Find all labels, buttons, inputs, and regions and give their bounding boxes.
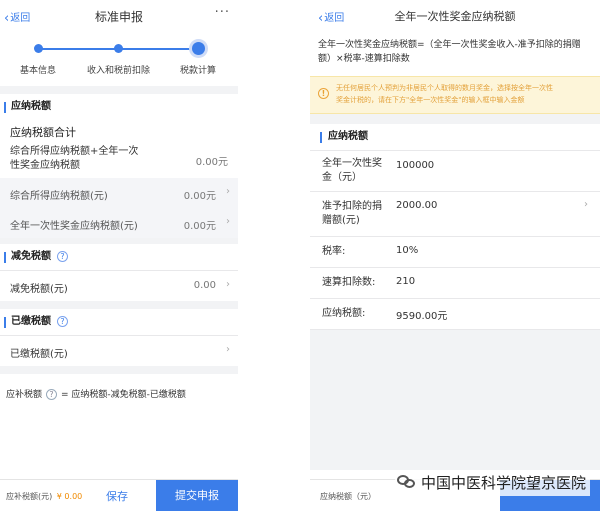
section-header-relief: 减免税额?	[0, 244, 238, 270]
bonus-tax-row[interactable]: 全年一次性奖金应纳税额(元) 0.00元 ›	[0, 208, 238, 238]
notice-text: 无任何居民个人预判为非居民个人取得的数月奖金，选择按全年一次性 奖金计税的，请在下…	[336, 82, 590, 106]
section-gap	[0, 366, 238, 374]
supplement-tax-total: 应补税额(元) ¥ 0.00	[6, 491, 82, 502]
chevron-right-icon: ›	[226, 344, 230, 355]
comprehensive-tax-row[interactable]: 综合所得应纳税额(元) 0.00元 ›	[0, 178, 238, 208]
watermark: 中国中医科学院望京医院	[395, 470, 591, 496]
tax-rate-label: 税率:	[322, 246, 346, 257]
paid-tax-label: 已缴税额(元)	[10, 349, 68, 360]
progress-stepper: 基本信息 收入和税前扣除 税款计算	[0, 32, 238, 86]
step-dot-3	[192, 42, 205, 55]
supplement-tax-formula: 应补税额? = 应纳税额-减免税额-已缴税额	[0, 374, 238, 414]
section-accent-bar	[4, 317, 6, 328]
empty-area	[310, 330, 600, 470]
combined-tax-label: 综合所得应纳税额+全年一次 性奖金应纳税额	[10, 145, 138, 173]
wechat-logo-icon	[397, 474, 417, 490]
section-gap	[0, 301, 238, 309]
chevron-right-icon: ›	[226, 216, 230, 227]
page-title: 全年一次性奖金应纳税额	[394, 10, 516, 23]
section-header-taxable: 应纳税额	[310, 124, 600, 150]
formula-expression: = 应纳税额-减免税额-已缴税额	[61, 390, 186, 400]
bottom-action-bar: 应补税额(元) ¥ 0.00 保存 提交申报	[0, 479, 238, 511]
bonus-label-line-1: 全年一次性奖	[322, 158, 382, 169]
relief-tax-value: 0.00	[193, 280, 216, 291]
taxable-total-label: 应纳税额合计	[10, 126, 76, 139]
section-title: 已缴税额	[11, 316, 51, 327]
save-button[interactable]: 保存	[106, 488, 128, 504]
more-icon[interactable]: ···	[215, 5, 230, 20]
bonus-tax-label: 全年一次性奖金应纳税额(元)	[10, 221, 138, 232]
notice-line-2: 奖金计税的，请在下方"全年一次性奖金"的输入框中输入金额	[336, 96, 525, 104]
submit-declaration-button[interactable]: 提交申报	[156, 480, 238, 511]
help-icon[interactable]: ?	[57, 251, 68, 262]
donation-label-line-2: 赠额(元)	[322, 215, 360, 226]
bonus-label-line-2: 金（元）	[322, 172, 362, 183]
help-icon[interactable]: ?	[57, 316, 68, 327]
combined-tax-value: 0.00元	[195, 157, 228, 168]
step-dot-1	[34, 44, 43, 53]
left-phone-screen: ‹返回 标准申报 ··· 基本信息 收入和税前扣除 税款计算 应纳税额 应纳税额…	[0, 0, 238, 511]
bonus-income-value[interactable]: 100000	[396, 160, 434, 171]
section-title: 减免税额	[11, 251, 51, 262]
combined-label-line-2: 性奖金应纳税额	[10, 160, 80, 171]
donation-value: 2000.00	[396, 200, 438, 211]
step-dot-2	[114, 44, 123, 53]
relief-tax-label: 减免税额(元)	[10, 284, 68, 295]
footer-tax-label: 应纳税额（元）	[320, 492, 376, 501]
page-title: 标准申报	[94, 10, 143, 24]
donation-label-line-1: 准予扣除的捐	[322, 201, 382, 212]
section-header-taxable: 应纳税额	[0, 94, 238, 120]
comprehensive-tax-label: 综合所得应纳税额(元)	[10, 191, 108, 202]
right-phone-screen: ‹返回 全年一次性奖金应纳税额 全年一次性奖金应纳税额=（全年一次性奖金收入-准…	[310, 0, 600, 511]
formula-line-1: 全年一次性奖金应纳税额=（全年一次性奖金收入-准予扣除的捐赠	[318, 40, 581, 50]
section-accent-bar	[320, 132, 322, 143]
section-header-paid: 已缴税额?	[0, 309, 238, 335]
bonus-tax-value: 0.00元	[183, 221, 216, 232]
chevron-right-icon: ›	[226, 186, 230, 197]
combined-tax-row: 综合所得应纳税额+全年一次 性奖金应纳税额 0.00元	[0, 142, 238, 178]
section-accent-bar	[4, 252, 6, 263]
quick-deduction-value: 210	[396, 276, 416, 287]
donation-label: 准予扣除的捐 赠额(元)	[322, 200, 382, 228]
step-label-income: 收入和税前扣除	[87, 66, 151, 76]
combined-label-line-1: 综合所得应纳税额+全年一次	[10, 146, 139, 157]
step-label-basic: 基本信息	[20, 66, 57, 76]
warning-notice: ! 无任何居民个人预判为非居民个人取得的数月奖金，选择按全年一次性 奖金计税的，请…	[310, 76, 600, 114]
section-gap	[0, 86, 238, 94]
warning-icon: !	[318, 88, 329, 99]
right-nav-bar: ‹返回 全年一次性奖金应纳税额	[310, 0, 600, 32]
supplement-tax-amount: ¥ 0.00	[56, 492, 83, 501]
bonus-income-label: 全年一次性奖 金（元）	[322, 157, 382, 185]
tax-rate-row: 税率: 10%	[310, 237, 600, 267]
tax-rate-value: 10%	[396, 245, 419, 256]
taxable-amount-value: 9590.00元	[396, 311, 448, 322]
chevron-right-icon: ›	[584, 199, 588, 210]
watermark-text: 中国中医科学院望京医院	[421, 474, 587, 492]
taxable-amount-label: 应纳税额:	[322, 308, 366, 319]
formula-prefix: 应补税额	[6, 390, 43, 400]
left-nav-bar: ‹返回 标准申报 ···	[0, 0, 238, 32]
help-icon[interactable]: ?	[46, 389, 58, 400]
step-label-calc: 税款计算	[180, 66, 217, 76]
donation-row[interactable]: 准予扣除的捐 赠额(元) 2000.00 ›	[310, 192, 600, 236]
quick-deduction-label: 速算扣除数:	[322, 277, 376, 288]
taxable-total-row: 应纳税额合计	[0, 120, 238, 142]
quick-deduction-row: 速算扣除数: 210	[310, 268, 600, 298]
comprehensive-tax-value: 0.00元	[183, 191, 216, 202]
section-title: 应纳税额	[328, 131, 368, 142]
notice-line-1: 无任何居民个人预判为非居民个人取得的数月奖金，选择按全年一次性	[336, 84, 553, 92]
bonus-income-row[interactable]: 全年一次性奖 金（元） 100000	[310, 151, 600, 191]
paid-tax-row[interactable]: 已缴税额(元) ›	[0, 336, 238, 366]
bonus-tax-formula: 全年一次性奖金应纳税额=（全年一次性奖金收入-准予扣除的捐赠 额）×税率-速算扣…	[310, 32, 600, 76]
relief-tax-row[interactable]: 减免税额(元) 0.00 ›	[0, 271, 238, 301]
section-title: 应纳税额	[11, 101, 51, 112]
chevron-right-icon: ›	[226, 279, 230, 290]
section-accent-bar	[4, 102, 6, 113]
section-gap	[310, 114, 600, 124]
formula-text: 应补税额? = 应纳税额-减免税额-已缴税额	[6, 387, 186, 400]
formula-line-2: 额）×税率-速算扣除数	[318, 54, 410, 64]
supplement-tax-label: 应补税额(元)	[6, 492, 53, 501]
taxable-amount-row: 应纳税额: 9590.00元	[310, 299, 600, 329]
